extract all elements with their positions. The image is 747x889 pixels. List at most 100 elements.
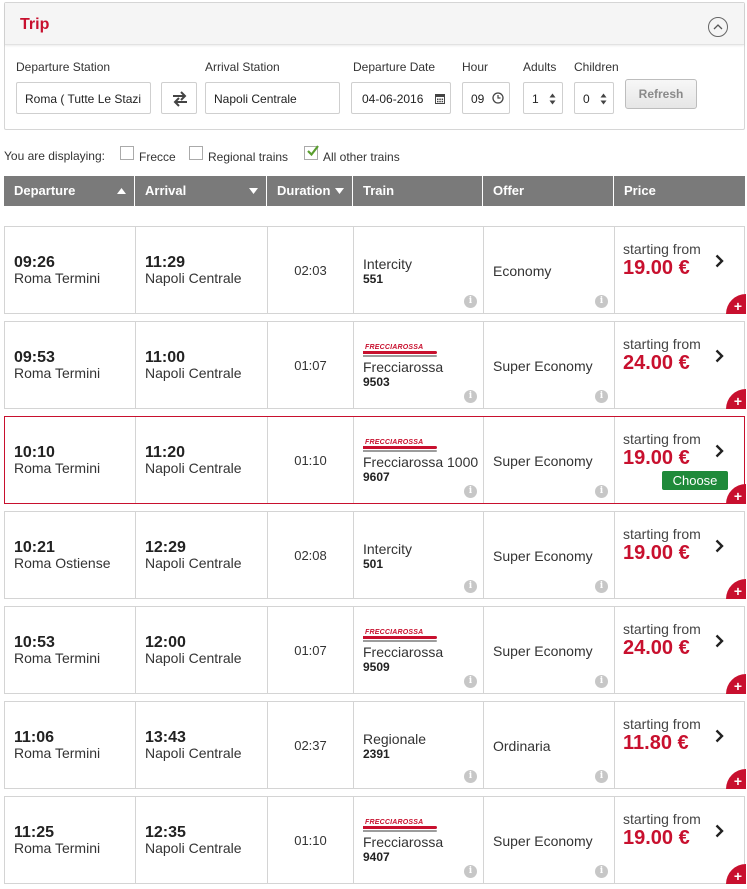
more-options-plus-icon[interactable]: + [726, 294, 746, 314]
chevron-right-icon[interactable] [715, 444, 724, 458]
offer-name: Super Economy [493, 643, 593, 659]
chevron-right-icon[interactable] [715, 634, 724, 648]
more-options-plus-icon[interactable]: + [726, 769, 746, 789]
more-options-plus-icon[interactable]: + [726, 389, 746, 409]
children-select[interactable]: 0 [574, 82, 614, 114]
train-name: Regionale [363, 731, 427, 747]
info-icon[interactable]: i [464, 865, 477, 878]
column-header-offer: Offer [483, 176, 614, 206]
chevron-right-icon[interactable] [715, 729, 724, 743]
adults-value: 1 [532, 92, 539, 106]
arrival-cell: 11:20 Napoli Centrale [136, 417, 268, 503]
info-icon[interactable]: i [595, 390, 608, 403]
more-options-plus-icon[interactable]: + [726, 484, 746, 504]
adults-select[interactable]: 1 [523, 82, 563, 114]
clock-icon [492, 92, 504, 104]
more-options-plus-icon[interactable]: + [726, 579, 746, 599]
info-icon[interactable]: i [595, 865, 608, 878]
chevron-right-icon[interactable] [715, 254, 724, 268]
train-solution-row[interactable]: 09:53 Roma Termini 11:00 Napoli Centrale… [4, 321, 746, 409]
children-label: Children [574, 60, 619, 74]
price-cell[interactable]: starting from 19.00 € + [615, 512, 746, 599]
arrival-station: Napoli Centrale [145, 460, 242, 476]
all-other-trains-checkbox[interactable] [304, 145, 319, 160]
hour-label: Hour [462, 60, 489, 74]
starting-from-label: starting from [623, 336, 701, 352]
info-icon[interactable]: i [464, 390, 477, 403]
departure-station-value: Roma ( Tutte Le Stazi [25, 92, 142, 106]
column-header-arrival[interactable]: Arrival [135, 176, 267, 206]
price-cell[interactable]: starting from 24.00 € + [615, 607, 746, 694]
arrival-station: Napoli Centrale [145, 745, 242, 761]
column-header-duration[interactable]: Duration [267, 176, 353, 206]
departure-station: Roma Termini [14, 270, 101, 286]
refresh-button[interactable]: Refresh [625, 79, 697, 109]
train-cell: FRECCIAROSSA Frecciarossa 9503 i [354, 322, 484, 408]
frecciarossa-logo-text: FRECCIAROSSA [365, 629, 424, 636]
departure-date-value: 04-06-2016 [362, 92, 424, 106]
duration-cell: 01:07 [268, 607, 354, 693]
departure-cell: 10:10 Roma Termini [5, 417, 136, 503]
train-number: 9503 [363, 375, 390, 389]
arrival-station: Napoli Centrale [145, 840, 242, 856]
train-solution-row[interactable]: 10:53 Roma Termini 12:00 Napoli Centrale… [4, 606, 746, 694]
departure-date-input[interactable]: 04-06-2016 [351, 82, 451, 114]
train-solution-row[interactable]: 10:10 Roma Termini 11:20 Napoli Centrale… [4, 416, 746, 504]
train-cell: FRECCIAROSSA Frecciarossa 9509 i [354, 607, 484, 693]
offer-name: Super Economy [493, 833, 593, 849]
trip-title: Trip [20, 16, 50, 33]
column-label: Offer [493, 183, 525, 198]
arrival-station-input[interactable]: Napoli Centrale [205, 82, 340, 114]
chevron-right-icon[interactable] [715, 824, 724, 838]
more-options-plus-icon[interactable]: + [726, 674, 746, 694]
price-cell[interactable]: starting from 19.00 € + [615, 797, 746, 884]
hour-input[interactable]: 09 [462, 82, 510, 114]
train-name: Frecciarossa [363, 359, 444, 375]
regional-trains-checkbox[interactable] [189, 146, 203, 160]
train-solution-row[interactable]: 10:21 Roma Ostiense 12:29 Napoli Central… [4, 511, 746, 599]
info-icon[interactable]: i [595, 485, 608, 498]
info-icon[interactable]: i [595, 675, 608, 688]
train-cell: FRECCIAROSSA Frecciarossa 1000 9607 i [354, 417, 484, 503]
price-cell[interactable]: starting from 19.00 € Choose + [615, 417, 746, 504]
train-solution-row[interactable]: 09:26 Roma Termini 11:29 Napoli Centrale… [4, 226, 746, 314]
swap-stations-button[interactable] [161, 82, 197, 114]
arrival-cell: 12:29 Napoli Centrale [136, 512, 268, 598]
all-other-trains-filter-label: All other trains [323, 150, 400, 164]
departure-cell: 09:53 Roma Termini [5, 322, 136, 408]
column-label: Arrival [145, 183, 187, 198]
more-options-plus-icon[interactable]: + [726, 864, 746, 884]
arrival-cell: 12:00 Napoli Centrale [136, 607, 268, 693]
trip-panel-header: Trip [5, 3, 744, 45]
choose-button[interactable]: Choose [662, 471, 728, 490]
info-icon[interactable]: i [464, 485, 477, 498]
trip-duration: 01:10 [294, 453, 327, 468]
chevron-right-icon[interactable] [715, 349, 724, 363]
arrival-station-label: Arrival Station [205, 60, 280, 74]
train-solution-row[interactable]: 11:25 Roma Termini 12:35 Napoli Centrale… [4, 796, 746, 884]
price-cell[interactable]: starting from 24.00 € + [615, 322, 746, 409]
price-cell[interactable]: starting from 11.80 € + [615, 702, 746, 789]
info-icon[interactable]: i [464, 580, 477, 593]
column-header-departure[interactable]: Departure [4, 176, 135, 206]
train-number: 9509 [363, 660, 390, 674]
train-solution-row[interactable]: 11:06 Roma Termini 13:43 Napoli Centrale… [4, 701, 746, 789]
info-icon[interactable]: i [464, 675, 477, 688]
column-label: Departure [14, 183, 76, 198]
train-number: 501 [363, 557, 384, 571]
frecce-checkbox[interactable] [120, 146, 134, 160]
duration-cell: 02:03 [268, 227, 354, 313]
column-label: Train [363, 183, 395, 198]
info-icon[interactable]: i [595, 580, 608, 593]
info-icon[interactable]: i [595, 770, 608, 783]
departure-station-input[interactable]: Roma ( Tutte Le Stazi [16, 82, 151, 114]
collapse-chevron-up-icon[interactable] [708, 17, 728, 37]
chevron-right-icon[interactable] [715, 539, 724, 553]
column-header-train: Train [353, 176, 483, 206]
info-icon[interactable]: i [464, 295, 477, 308]
offer-cell: Super Economy i [484, 607, 615, 693]
price-cell[interactable]: starting from 19.00 € + [615, 227, 746, 314]
trip-duration: 02:08 [294, 548, 327, 563]
info-icon[interactable]: i [595, 295, 608, 308]
info-icon[interactable]: i [464, 770, 477, 783]
